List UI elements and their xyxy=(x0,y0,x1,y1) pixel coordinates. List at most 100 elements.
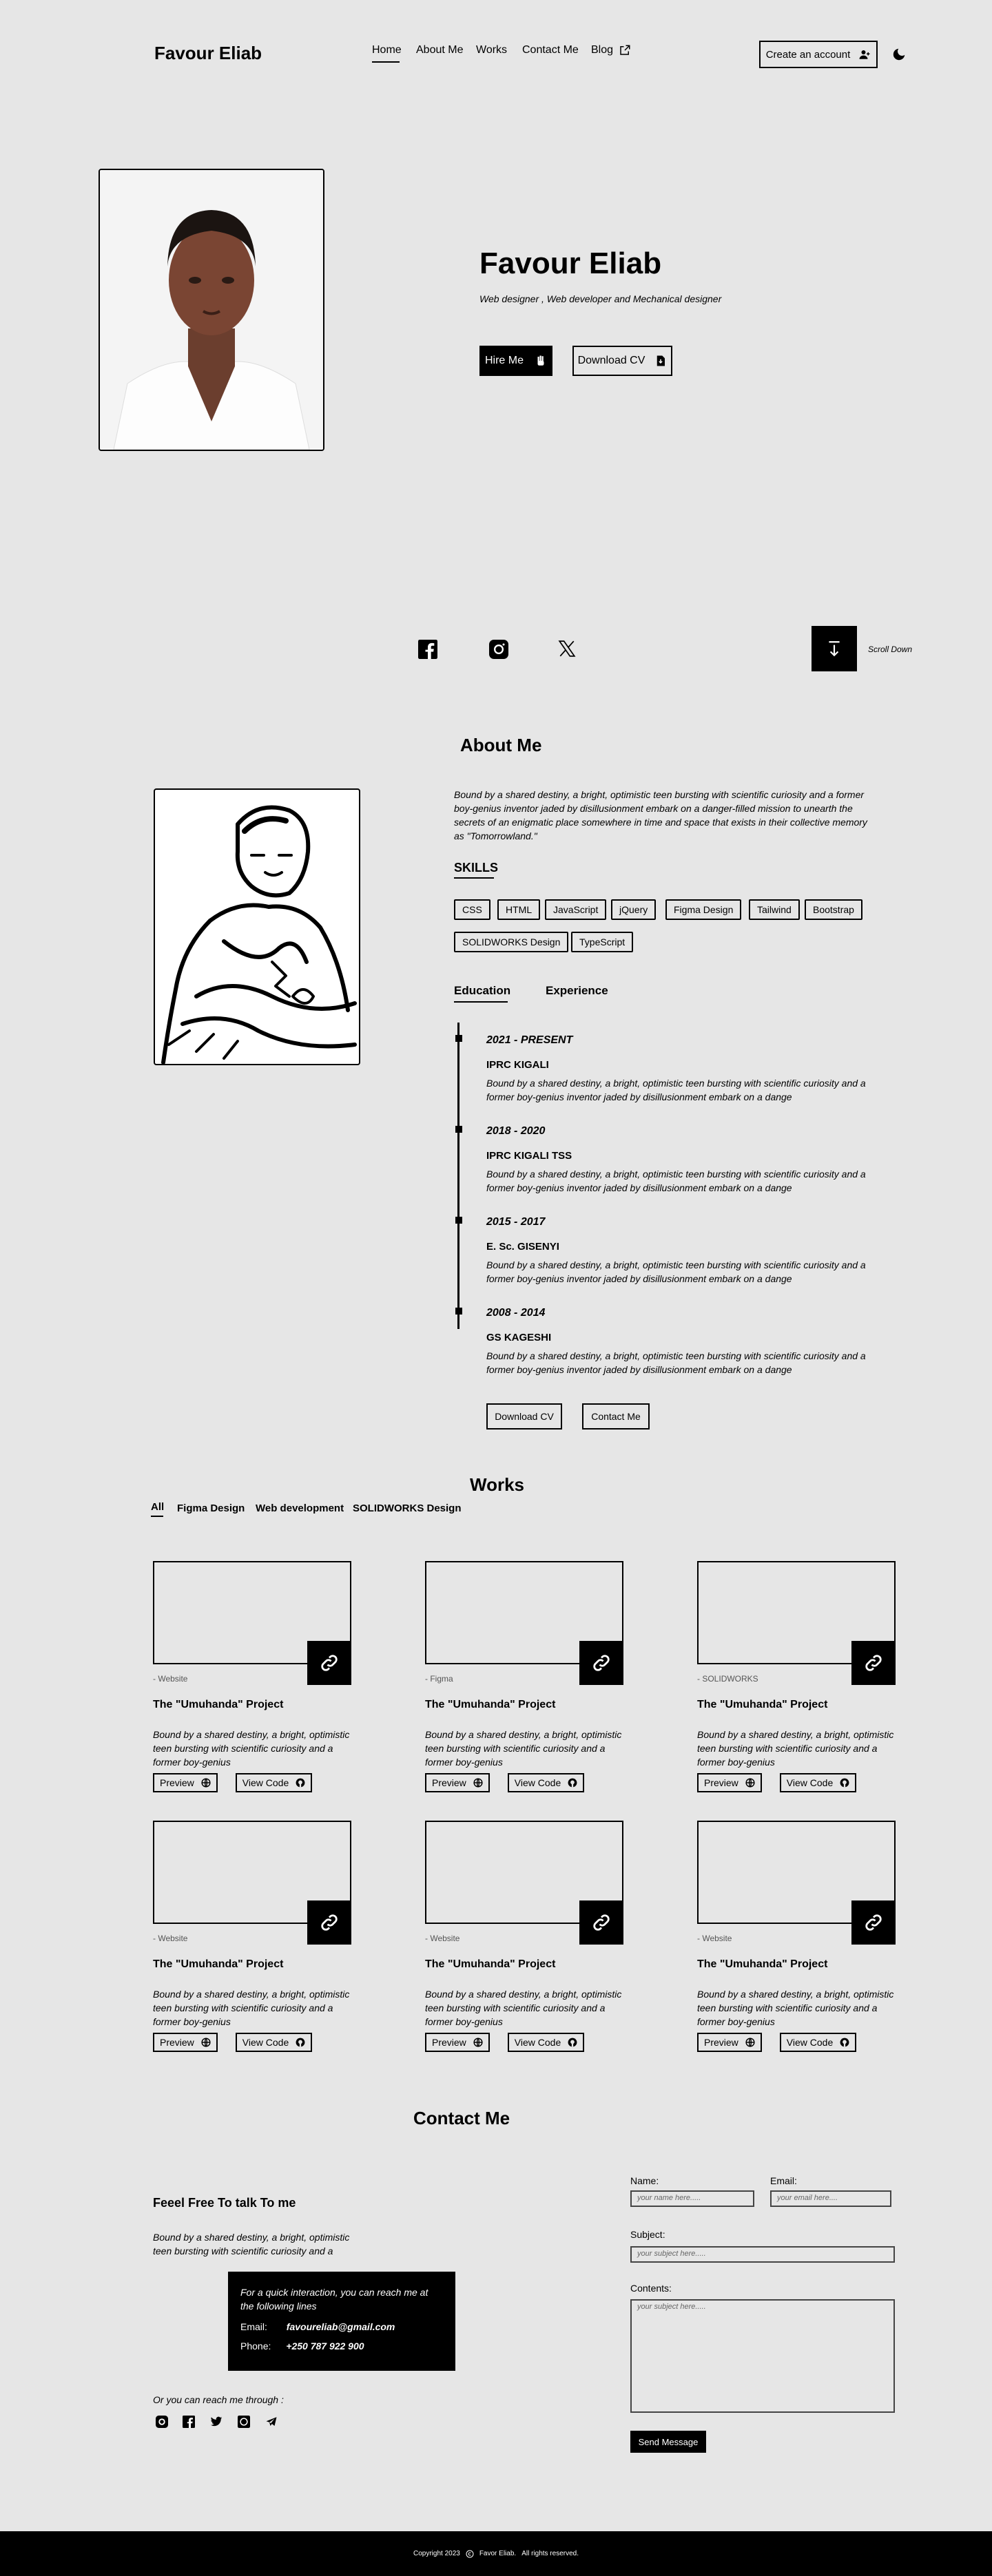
scroll-down-button[interactable] xyxy=(812,626,857,671)
twitter-icon[interactable] xyxy=(209,2416,223,2428)
skill-chip: Bootstrap xyxy=(805,899,862,920)
project-description: Bound by a shared destiny, a bright, opt… xyxy=(153,1729,350,1768)
preview-button[interactable]: Preview xyxy=(425,1773,490,1792)
about-bio: Bound by a shared destiny, a bright, opt… xyxy=(454,789,867,841)
tab-education[interactable]: Education xyxy=(454,984,510,998)
view-code-button[interactable]: View Code xyxy=(507,1773,585,1792)
email-label: Email: xyxy=(240,2321,267,2332)
view-code-button[interactable]: View Code xyxy=(507,2033,585,2052)
facebook-icon[interactable] xyxy=(183,2416,195,2428)
project-tag-label: Figma xyxy=(430,1674,453,1684)
filter-all[interactable]: All xyxy=(151,1501,164,1513)
project-card[interactable]: - Website The "Umuhanda" Project Bound b… xyxy=(697,1821,904,2052)
send-message-button[interactable]: Send Message xyxy=(630,2431,706,2453)
github-icon xyxy=(840,2038,849,2047)
timeline-date: 2015 - 2017 xyxy=(486,1216,546,1228)
project-link-button[interactable] xyxy=(851,1900,896,1945)
nav-home[interactable]: Home xyxy=(372,44,402,56)
project-card[interactable]: - Website The "Umuhanda" Project Bound b… xyxy=(425,1821,632,2052)
view-code-button[interactable]: View Code xyxy=(779,1773,857,1792)
project-card[interactable]: - Website The "Umuhanda" Project Bound b… xyxy=(153,1821,360,2052)
preview-button[interactable]: Preview xyxy=(153,2033,218,2052)
filter-figma[interactable]: Figma Design xyxy=(177,1502,245,1514)
timeline-dot xyxy=(455,1126,462,1133)
link-icon xyxy=(865,1914,882,1931)
project-card[interactable]: - SOLIDWORKS The "Umuhanda" Project Boun… xyxy=(697,1561,904,1792)
preview-label: Preview xyxy=(704,1777,738,1788)
external-link-icon[interactable] xyxy=(619,44,631,60)
project-title: The "Umuhanda" Project xyxy=(697,1958,828,1970)
x-twitter-icon[interactable] xyxy=(558,640,576,661)
email-value[interactable]: favoureliab@gmail.com xyxy=(287,2321,395,2332)
create-account-button[interactable]: Create an account xyxy=(759,41,878,68)
preview-button[interactable]: Preview xyxy=(697,2033,762,2052)
github-icon xyxy=(296,2038,305,2047)
nav-contact[interactable]: Contact Me xyxy=(522,44,579,56)
scroll-down-label: Scroll Down xyxy=(868,645,913,654)
dark-mode-moon-icon[interactable] xyxy=(891,47,907,65)
project-description: Bound by a shared destiny, a bright, opt… xyxy=(425,1989,622,2027)
footer-owner[interactable]: Favor Eliab. xyxy=(479,2550,516,2557)
view-code-button[interactable]: View Code xyxy=(235,1773,313,1792)
view-code-button[interactable]: View Code xyxy=(779,2033,857,2052)
project-title: The "Umuhanda" Project xyxy=(697,1699,828,1710)
preview-button[interactable]: Preview xyxy=(697,1773,762,1792)
project-link-button[interactable] xyxy=(851,1641,896,1685)
subject-input[interactable]: your subject here..... xyxy=(630,2246,895,2263)
timeline-item: 2015 - 2017 E. Sc. GISENYI Bound by a sh… xyxy=(486,1216,879,1286)
timeline-school: IPRC KIGALI TSS xyxy=(486,1150,572,1162)
project-link-button[interactable] xyxy=(307,1641,351,1685)
project-link-button[interactable] xyxy=(579,1641,623,1685)
filter-solidworks[interactable]: SOLIDWORKS Design xyxy=(353,1502,462,1514)
view-code-label: View Code xyxy=(786,1777,834,1788)
filter-web-development[interactable]: Web development xyxy=(256,1502,344,1514)
name-input[interactable]: your name here..... xyxy=(630,2190,754,2207)
phone-row: Phone: +250 787 922 900 xyxy=(240,2341,443,2352)
project-link-button[interactable] xyxy=(579,1900,623,1945)
brand-logo[interactable]: Favour Eliab xyxy=(154,43,262,64)
project-tag-label: Website xyxy=(702,1934,732,1943)
timeline-text: Bound by a shared destiny, a bright, opt… xyxy=(486,1350,866,1375)
contents-textarea[interactable]: your subject here..... xyxy=(630,2299,895,2413)
telegram-icon[interactable] xyxy=(265,2416,278,2428)
project-title: The "Umuhanda" Project xyxy=(153,1699,284,1710)
instagram-icon[interactable] xyxy=(489,640,508,662)
tab-experience[interactable]: Experience xyxy=(546,984,608,998)
preview-button[interactable]: Preview xyxy=(425,2033,490,2052)
timeline-date: 2008 - 2014 xyxy=(486,1307,546,1319)
timeline-item: 2018 - 2020 IPRC KIGALI TSS Bound by a s… xyxy=(486,1125,879,1195)
nav-about[interactable]: About Me xyxy=(416,44,463,56)
view-code-label: View Code xyxy=(786,2037,834,2048)
project-tag-label: Website xyxy=(430,1934,460,1943)
skill-chip: TypeScript xyxy=(571,932,634,952)
about-contact-me-button[interactable]: Contact Me xyxy=(582,1403,650,1430)
project-card[interactable]: - Website The "Umuhanda" Project Bound b… xyxy=(153,1561,360,1792)
whatsapp-icon[interactable] xyxy=(238,2416,250,2428)
nav-works[interactable]: Works xyxy=(476,44,507,56)
download-cv-button[interactable]: Download CV xyxy=(572,346,672,376)
works-heading: Works xyxy=(470,1474,524,1495)
globe-icon xyxy=(473,1778,483,1788)
hero-tagline: Web designer , Web developer and Mechani… xyxy=(479,293,722,304)
project-title: The "Umuhanda" Project xyxy=(425,1958,556,1970)
preview-label: Preview xyxy=(432,2037,466,2048)
preview-label: Preview xyxy=(432,1777,466,1788)
instagram-icon[interactable] xyxy=(156,2416,168,2428)
timeline-item: 2008 - 2014 GS KAGESHI Bound by a shared… xyxy=(486,1307,879,1376)
contact-info-text: For a quick interaction, you can reach m… xyxy=(240,2287,428,2312)
name-label: Name: xyxy=(630,2175,659,2186)
nav-blog[interactable]: Blog xyxy=(591,44,613,56)
preview-label: Preview xyxy=(160,1777,194,1788)
preview-button[interactable]: Preview xyxy=(153,1773,218,1792)
about-download-cv-button[interactable]: Download CV xyxy=(486,1403,562,1430)
facebook-icon[interactable] xyxy=(418,640,437,662)
nav-home-underline xyxy=(372,61,400,63)
view-code-button[interactable]: View Code xyxy=(235,2033,313,2052)
project-card[interactable]: - Figma The "Umuhanda" Project Bound by … xyxy=(425,1561,632,1792)
email-input[interactable]: your email here.... xyxy=(770,2190,891,2207)
hire-me-button[interactable]: Hire Me xyxy=(479,346,552,376)
link-icon xyxy=(593,1655,610,1671)
project-description: Bound by a shared destiny, a bright, opt… xyxy=(697,1729,894,1768)
project-link-button[interactable] xyxy=(307,1900,351,1945)
phone-value[interactable]: +250 787 922 900 xyxy=(286,2341,364,2352)
